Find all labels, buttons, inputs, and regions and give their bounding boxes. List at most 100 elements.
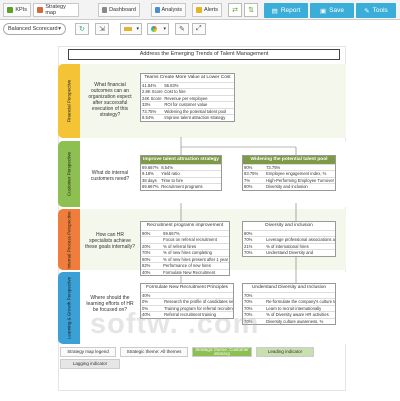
- card-cust1[interactable]: Improve talent attraction strategy 69.667…: [140, 155, 222, 191]
- kpi-name: 69.667%: [163, 230, 180, 236]
- kpi-row[interactable]: 21% % of international hires: [243, 242, 335, 250]
- kpi-value: 70%: [244, 318, 253, 324]
- kpi-row[interactable]: 73.75% Widening the potential talent pool: [141, 107, 234, 115]
- kpi-value: 41.84%: [142, 82, 157, 88]
- kpi-row[interactable]: 38 days Time to hire: [141, 176, 221, 184]
- kpi-value: 2.8K Score: [142, 89, 163, 94]
- kpi-row[interactable]: 41.84% 56.83%: [141, 81, 234, 89]
- kpi-value: 9.18%: [142, 171, 154, 176]
- kpi-value: 70%: [244, 237, 253, 242]
- kpi-value: 73.75%: [142, 108, 157, 114]
- kpi-name: Widening the potential talent pool: [164, 108, 227, 114]
- kpi-value: [141, 237, 162, 243]
- kpi-name: Re-formulate the company's culture to: [266, 299, 335, 304]
- kpi-row[interactable]: 82% Performance of new hires: [141, 262, 229, 269]
- kpi-value: 83.75%: [244, 171, 259, 176]
- kpi-value: 0%: [142, 305, 149, 311]
- kpi-value: 40%: [142, 269, 151, 275]
- kpi-row[interactable]: Focus on referral recruitment: [141, 236, 229, 243]
- card-title: Formulate New Recruitment Principles: [146, 285, 228, 290]
- kpi-value: 70%: [142, 250, 151, 255]
- kpi-name: 8.54%: [161, 164, 174, 170]
- theme-all-button[interactable]: Strategic theme: All themes: [120, 347, 188, 357]
- kpi-row[interactable]: 69.667% 8.54%: [141, 163, 221, 171]
- kpi-row[interactable]: 70% Learn to recruit internationally: [243, 304, 335, 312]
- kpi-row[interactable]: 20% % of referral hires: [141, 242, 229, 250]
- card-lg1[interactable]: Formulate New Recruitment Principles 40% 0…: [140, 283, 234, 319]
- kpi-value: 70%: [244, 292, 253, 298]
- kpi-value: 21%: [244, 243, 253, 249]
- kpi-row[interactable]: 69.667% Recruitment programs: [141, 183, 221, 190]
- kpi-row[interactable]: 40% Formulate New Recruitment: [141, 268, 229, 276]
- kpi-row[interactable]: 0% Training program for referral recruitm…: [141, 304, 233, 312]
- kpi-row[interactable]: 80% Diversity and inclusion: [243, 183, 335, 190]
- kpi-row[interactable]: 7% High-Performing Employee Turnover: [243, 176, 335, 184]
- kpi-value: 69.667%: [142, 164, 159, 170]
- kpi-name: % of international hires: [266, 243, 309, 249]
- kpi-row[interactable]: 90% 69.667%: [141, 229, 229, 237]
- lagging-indicator-badge: Lagging indicator: [60, 359, 120, 369]
- kpi-value: 80%: [244, 230, 253, 236]
- kpi-name: Employee engagement index, %: [266, 171, 327, 176]
- card-int2[interactable]: Diversity and inclusion 80% 70% Leverage pr…: [242, 221, 336, 257]
- card-cust2[interactable]: Widening the potential talent pool 90% 73.…: [242, 155, 336, 191]
- kpi-value: 90%: [244, 164, 253, 170]
- kpi-value: 69.667%: [142, 184, 159, 189]
- card-fin[interactable]: Teams Create More Value at Lower Cost 41.…: [140, 73, 235, 122]
- leading-indicator-badge: Leading indicator: [256, 347, 314, 357]
- kpi-name: Leverage professional associations and: [266, 237, 335, 242]
- kpi-name: Time to hire: [161, 177, 184, 183]
- kpi-value: 70%: [244, 250, 253, 255]
- kpi-name: Focus on referral recruitment: [163, 237, 217, 242]
- kpi-row[interactable]: 70% Understand Diversity and: [243, 249, 335, 256]
- kpi-value: 8.54%: [142, 115, 154, 120]
- kpi-name: [265, 231, 335, 237]
- kpi-row[interactable]: 9.18% Yield ratio: [141, 170, 221, 177]
- kpi-name: Research the profile of candidates neede…: [164, 299, 233, 304]
- kpi-value: 70%: [244, 305, 253, 311]
- kpi-row[interactable]: 80%: [243, 229, 335, 237]
- kpi-name: Understand Diversity and: [266, 250, 314, 255]
- kpi-row[interactable]: 24K Score Revenue per employee: [141, 94, 234, 102]
- kpi-name: Diversity culture awareness, %: [266, 318, 324, 324]
- kpi-name: 73.75%: [266, 164, 281, 170]
- kpi-row[interactable]: 40%: [141, 291, 233, 299]
- kpi-value: 0%: [142, 299, 149, 304]
- kpi-name: High-Performing Employee Turnover: [266, 177, 335, 183]
- kpi-name: Yield ratio: [161, 171, 180, 176]
- kpi-name: Performance of new hires: [163, 263, 211, 268]
- kpi-name: Diversity and inclusion: [266, 184, 308, 189]
- card-lg2[interactable]: Understand Diversity and Inclusion 70% 70%…: [242, 283, 336, 325]
- kpi-row[interactable]: 40% Referral recruitment training: [141, 311, 233, 318]
- kpi-value: 80%: [244, 184, 253, 189]
- kpi-name: Cost to hire: [164, 89, 186, 94]
- kpi-row[interactable]: 90% 73.75%: [243, 163, 335, 171]
- connector-lines: [180, 137, 297, 283]
- kpi-row[interactable]: 70% Re-formulate the company's culture to: [243, 298, 335, 305]
- kpi-value: 40%: [142, 292, 151, 298]
- legend-button[interactable]: Strategy map legend: [60, 347, 116, 357]
- kpi-row[interactable]: 70% % of new hires completing: [141, 249, 229, 256]
- kpi-name: [163, 293, 233, 299]
- card-title: Recruitment programs improvement: [146, 223, 224, 228]
- kpi-name: % of new hires completing: [163, 250, 212, 255]
- kpi-row[interactable]: 83.75% Employee engagement index, %: [243, 170, 335, 177]
- theme-customer-button[interactable]: Strategic theme: Customer intimacy: [192, 347, 252, 357]
- kpi-value: 90%: [142, 230, 151, 236]
- kpi-row[interactable]: 33% ROI for customer value: [141, 101, 234, 108]
- kpi-name: Training program for referral recruitmen…: [164, 305, 233, 311]
- card-int1[interactable]: Recruitment programs improvement 90% 69.66…: [140, 221, 230, 276]
- kpi-name: Revenue per employee: [164, 95, 208, 101]
- kpi-row[interactable]: 0% Research the profile of candidates nee…: [141, 298, 233, 305]
- kpi-value: 70%: [244, 312, 253, 317]
- kpi-row[interactable]: 70% % of Diversity aware HR activities: [243, 311, 335, 318]
- kpi-row[interactable]: 70% Diversity culture awareness, %: [243, 317, 335, 325]
- kpi-name: 56.83%: [164, 82, 179, 88]
- kpi-row[interactable]: 70% Leverage professional associations an…: [243, 236, 335, 243]
- kpi-row[interactable]: 8.54% Improve talent attraction strategy: [141, 114, 234, 121]
- kpi-row[interactable]: 2.8K Score Cost to hire: [141, 88, 234, 95]
- kpi-row[interactable]: 70%: [243, 291, 335, 299]
- kpi-value: 82%: [142, 263, 151, 268]
- kpi-row[interactable]: 60% % of new hires present after 1 year: [141, 255, 229, 263]
- kpi-name: % of Diversity aware HR activities: [266, 312, 329, 317]
